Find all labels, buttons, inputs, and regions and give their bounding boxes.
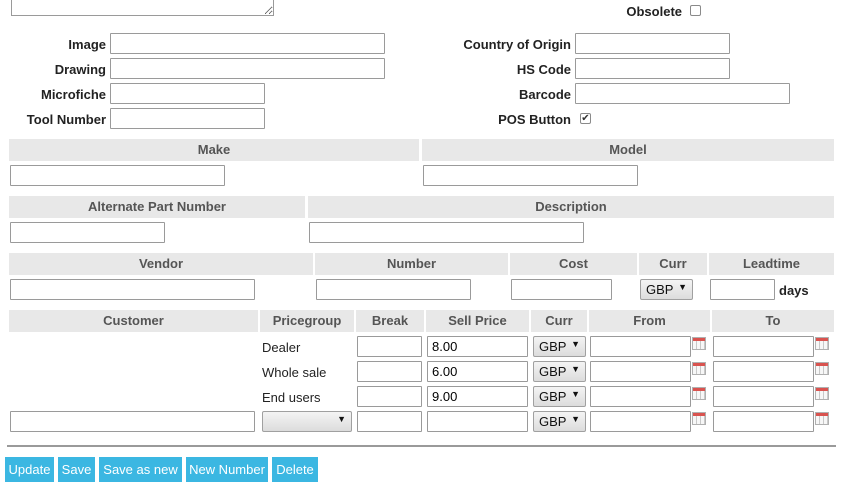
break-input[interactable]	[357, 336, 422, 357]
delete-button[interactable]: Delete	[272, 457, 318, 482]
to-date-input[interactable]	[713, 336, 814, 357]
pos-button-checkbox[interactable]: ✔	[580, 113, 591, 124]
break-input[interactable]	[357, 361, 422, 382]
cost-input[interactable]	[511, 279, 612, 300]
vendor-number-input[interactable]	[316, 279, 471, 300]
pricing-currency-select[interactable]: GBP ▼	[533, 361, 586, 382]
country-of-origin-label: Country of Origin	[463, 37, 571, 52]
alternate-part-number-header: Alternate Part Number	[9, 196, 305, 218]
sell-price-input[interactable]	[427, 336, 528, 357]
chevron-down-icon: ▼	[571, 389, 580, 399]
hs-code-input[interactable]	[575, 58, 730, 79]
from-date-input[interactable]	[590, 386, 691, 407]
hs-code-label: HS Code	[516, 62, 571, 77]
pricing-currency-value: GBP	[539, 389, 567, 404]
vendor-currency-value: GBP	[646, 282, 674, 297]
barcode-input[interactable]	[575, 83, 790, 104]
sell-price-input[interactable]	[427, 411, 528, 432]
pricing-currency-value: GBP	[539, 414, 567, 429]
pricegroup-whole-sale: Whole sale	[262, 365, 327, 380]
calendar-icon[interactable]	[692, 387, 706, 400]
customer-header: Customer	[9, 310, 258, 332]
make-input[interactable]	[10, 165, 225, 186]
days-label: days	[779, 283, 809, 298]
country-of-origin-input[interactable]	[575, 33, 730, 54]
break-input[interactable]	[357, 386, 422, 407]
pricegroup-select[interactable]: ▼	[262, 411, 352, 432]
calendar-icon[interactable]	[815, 387, 829, 400]
break-header: Break	[356, 310, 424, 332]
pricing-currency-select[interactable]: GBP ▼	[533, 411, 586, 432]
pricing-curr-header: Curr	[531, 310, 587, 332]
pricegroup-dealer: Dealer	[262, 340, 301, 355]
description-input[interactable]	[309, 222, 584, 243]
new-number-button[interactable]: New Number	[186, 457, 268, 482]
microfiche-input[interactable]	[110, 83, 265, 104]
description-header: Description	[308, 196, 834, 218]
sell-price-input[interactable]	[427, 361, 528, 382]
break-input[interactable]	[357, 411, 422, 432]
leadtime-header: Leadtime	[709, 253, 834, 275]
obsolete-checkbox[interactable]	[690, 5, 701, 16]
to-date-input[interactable]	[713, 411, 814, 432]
leadtime-input[interactable]	[710, 279, 775, 300]
calendar-icon[interactable]	[692, 362, 706, 375]
image-label: Image	[68, 37, 106, 52]
chevron-down-icon: ▼	[571, 339, 580, 349]
cost-header: Cost	[510, 253, 637, 275]
customer-input[interactable]	[10, 411, 255, 432]
chevron-down-icon: ▼	[571, 364, 580, 374]
pos-button-label: POS Button	[498, 112, 571, 127]
microfiche-label: Microfiche	[40, 87, 106, 102]
pricegroup-header: Pricegroup	[260, 310, 354, 332]
pricing-currency-value: GBP	[539, 339, 567, 354]
model-input[interactable]	[423, 165, 638, 186]
to-header: To	[712, 310, 834, 332]
vendor-curr-header: Curr	[639, 253, 707, 275]
calendar-icon[interactable]	[815, 412, 829, 425]
pricing-currency-value: GBP	[539, 364, 567, 379]
obsolete-label: Obsolete	[626, 4, 682, 19]
chevron-down-icon: ▼	[571, 414, 580, 424]
from-date-input[interactable]	[590, 361, 691, 382]
save-as-new-button[interactable]: Save as new	[99, 457, 182, 482]
calendar-icon[interactable]	[692, 337, 706, 350]
barcode-label: Barcode	[518, 87, 571, 102]
vendor-header: Vendor	[9, 253, 313, 275]
drawing-input[interactable]	[110, 58, 385, 79]
pricing-currency-select[interactable]: GBP ▼	[533, 336, 586, 357]
from-date-input[interactable]	[590, 411, 691, 432]
pricing-currency-select[interactable]: GBP ▼	[533, 386, 586, 407]
form-divider	[7, 445, 836, 447]
from-header: From	[589, 310, 710, 332]
chevron-down-icon: ▼	[678, 282, 687, 292]
sell-price-header: Sell Price	[426, 310, 529, 332]
from-date-input[interactable]	[590, 336, 691, 357]
notes-textarea[interactable]	[11, 0, 274, 16]
to-date-input[interactable]	[713, 386, 814, 407]
image-input[interactable]	[110, 33, 385, 54]
save-button[interactable]: Save	[58, 457, 95, 482]
vendor-currency-select[interactable]: GBP ▼	[640, 279, 693, 300]
sell-price-input[interactable]	[427, 386, 528, 407]
tool-number-input[interactable]	[110, 108, 265, 129]
model-header: Model	[422, 139, 834, 161]
calendar-icon[interactable]	[692, 412, 706, 425]
calendar-icon[interactable]	[815, 337, 829, 350]
chevron-down-icon: ▼	[337, 414, 346, 424]
drawing-label: Drawing	[54, 62, 106, 77]
pricegroup-end-users: End users	[262, 390, 321, 405]
make-header: Make	[9, 139, 419, 161]
update-button[interactable]: Update	[5, 457, 54, 482]
calendar-icon[interactable]	[815, 362, 829, 375]
to-date-input[interactable]	[713, 361, 814, 382]
alternate-part-number-input[interactable]	[10, 222, 165, 243]
number-header: Number	[315, 253, 508, 275]
vendor-input[interactable]	[10, 279, 255, 300]
tool-number-label: Tool Number	[26, 112, 106, 127]
